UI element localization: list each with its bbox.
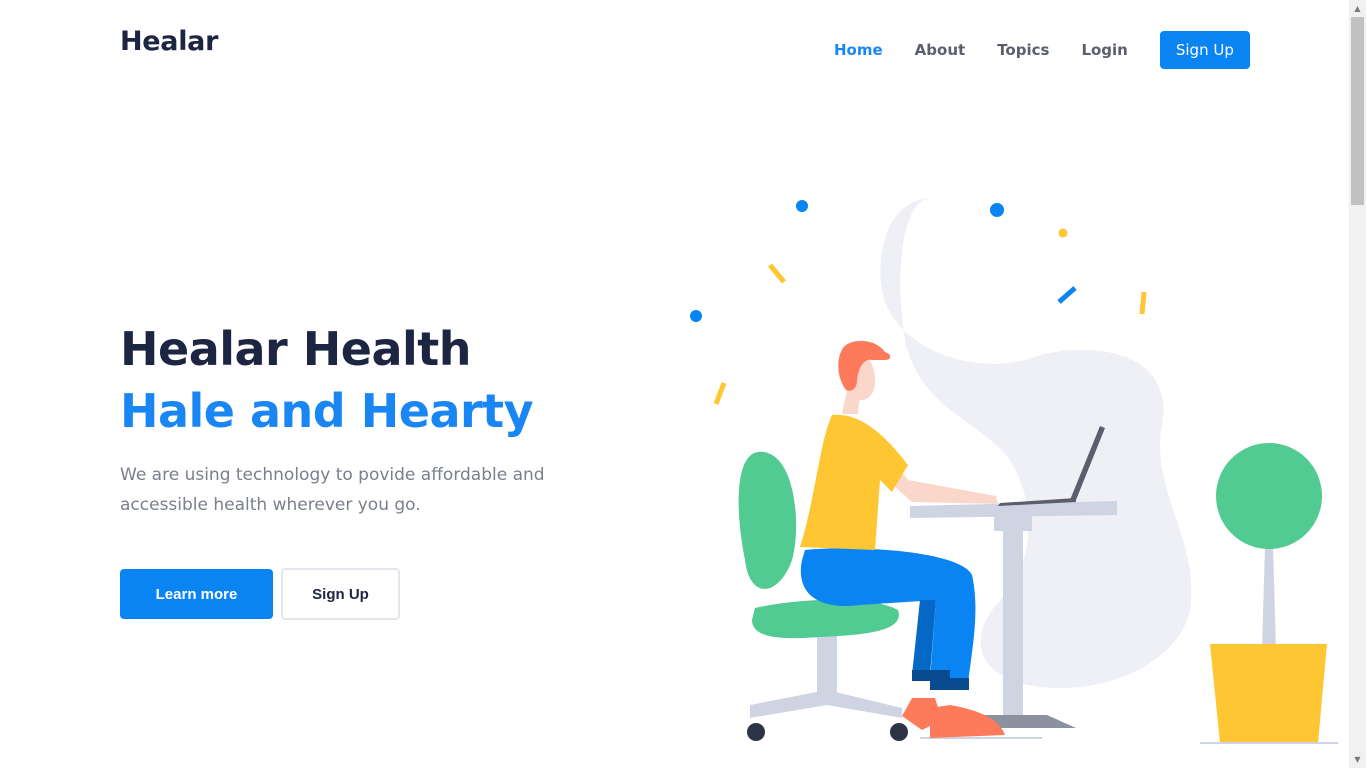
- hero-illustration: [690, 198, 1338, 744]
- arrow-up-icon[interactable]: ▲: [1349, 0, 1366, 17]
- arrow-down-icon[interactable]: ▼: [1349, 751, 1366, 768]
- chair-back: [738, 451, 797, 589]
- nav-item-topics[interactable]: Topics: [997, 41, 1049, 59]
- nav-item-login[interactable]: Login: [1081, 41, 1127, 59]
- hero-signup-button[interactable]: Sign Up: [281, 568, 400, 620]
- page-scrollbar[interactable]: ▲ ▼: [1349, 0, 1366, 768]
- page: Healar Home About Topics Login Sign Up H…: [0, 0, 1349, 768]
- confetti-dot: [690, 310, 702, 322]
- brand-logo[interactable]: Healar: [120, 26, 218, 57]
- desk-leg: [1003, 530, 1023, 715]
- confetti-stripe: [768, 263, 786, 284]
- confetti-stripe: [1139, 291, 1147, 315]
- chair-wheel: [890, 723, 908, 741]
- person-torso: [800, 414, 908, 550]
- confetti-dot: [796, 200, 808, 212]
- chair-column: [817, 632, 837, 698]
- confetti-dot: [990, 203, 1004, 217]
- nav-item-about[interactable]: About: [915, 41, 966, 59]
- plant-foliage: [1216, 443, 1322, 549]
- nav-item-home[interactable]: Home: [834, 41, 883, 59]
- plant-stem: [1262, 545, 1276, 650]
- confetti-stripe: [1057, 286, 1077, 304]
- nav-signup-button[interactable]: Sign Up: [1159, 31, 1250, 69]
- confetti-dot: [1058, 228, 1068, 238]
- hero-description: We are using technology to povide afford…: [120, 465, 545, 515]
- chair-wheel: [747, 723, 765, 741]
- confetti-stripe: [713, 382, 727, 405]
- scrollbar-thumb[interactable]: [1351, 17, 1364, 205]
- person-shoe: [930, 705, 1005, 738]
- chair-base: [750, 690, 902, 718]
- hero-subtitle: Hale and Hearty: [120, 384, 534, 438]
- plant-pot: [1210, 644, 1327, 743]
- learn-more-button[interactable]: Learn more: [120, 569, 273, 619]
- chair-seat: [752, 599, 899, 639]
- desk-leg-joint: [994, 515, 1032, 531]
- main-nav: Home About Topics Login Sign Up: [834, 31, 1250, 69]
- hero-title: Healar Health: [120, 322, 472, 376]
- person-cuff: [930, 678, 969, 690]
